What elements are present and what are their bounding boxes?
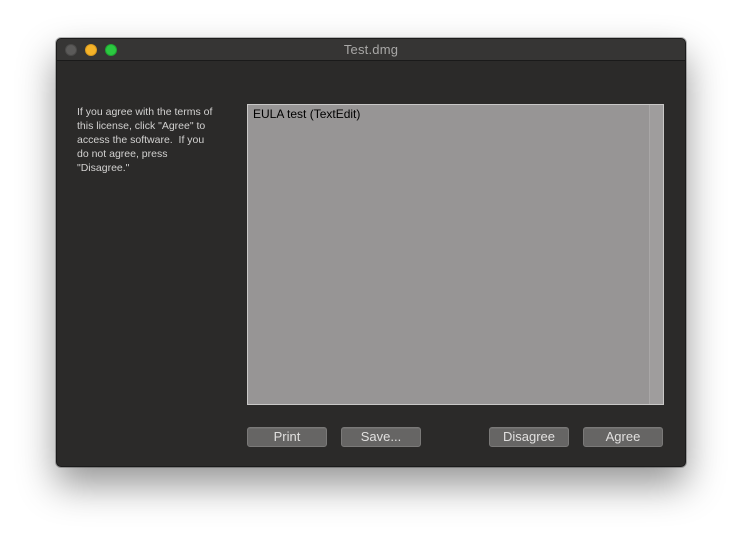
license-agreement-window: Test.dmg If you agree with the terms of … — [56, 38, 686, 467]
license-text: EULA test (TextEdit) — [253, 107, 361, 121]
license-text-area[interactable]: EULA test (TextEdit) — [247, 104, 664, 405]
print-button[interactable]: Print — [247, 427, 327, 447]
license-instructions: If you agree with the terms of this lice… — [77, 106, 213, 174]
title-bar[interactable]: Test.dmg — [57, 39, 685, 61]
vertical-scrollbar[interactable] — [649, 105, 663, 404]
save-button[interactable]: Save... — [341, 427, 421, 447]
agree-button[interactable]: Agree — [583, 427, 663, 447]
disagree-button[interactable]: Disagree — [489, 427, 569, 447]
window-title: Test.dmg — [343, 42, 399, 57]
